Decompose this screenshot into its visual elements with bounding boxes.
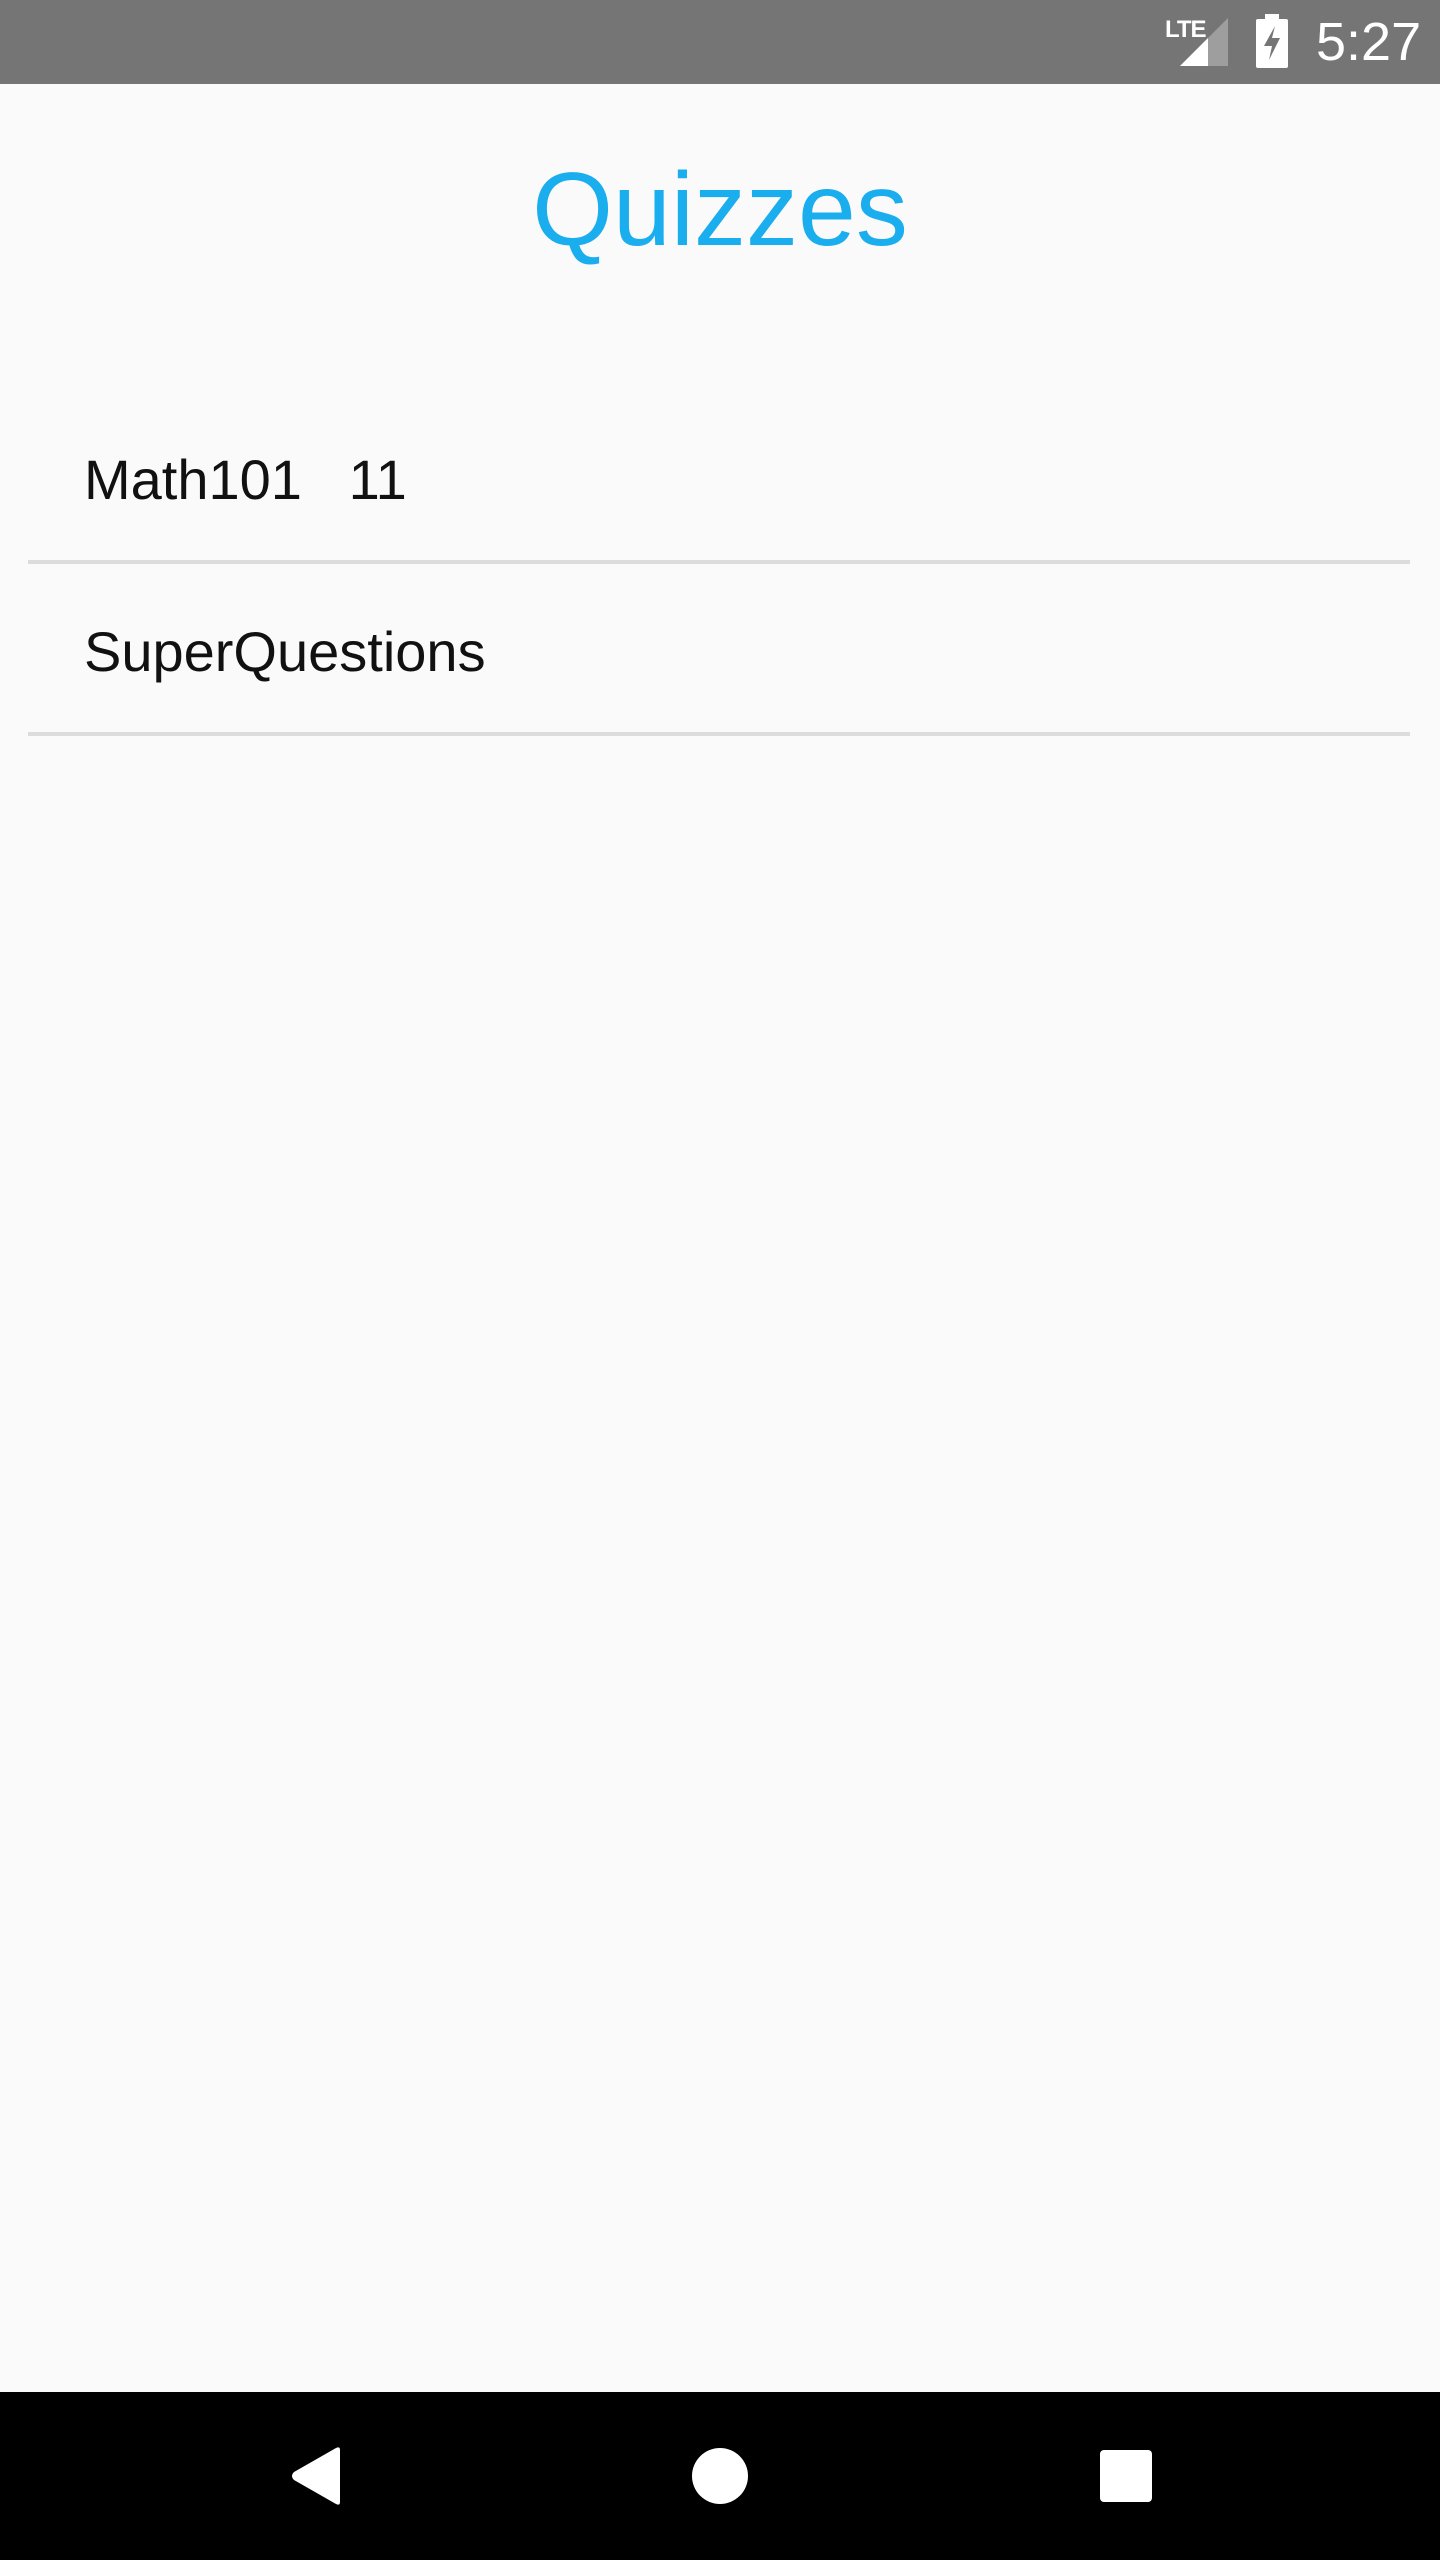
recents-button[interactable] (1046, 2392, 1206, 2560)
signal-icon (1180, 18, 1228, 66)
quiz-list-item-math101[interactable]: Math101 11 (28, 392, 1410, 564)
battery-charging-icon (1256, 14, 1288, 68)
quiz-list: Math101 11 SuperQuestions (28, 392, 1410, 736)
back-button[interactable] (236, 2392, 396, 2560)
quiz-item-label: Math101 11 (84, 448, 407, 511)
clock-time: 5:27 (1316, 12, 1422, 72)
page-title: Quizzes (532, 152, 908, 268)
navigation-bar (0, 2392, 1440, 2560)
home-icon (692, 2448, 748, 2504)
status-bar: LTE 5:27 (0, 0, 1440, 84)
quiz-list-item-superquestions[interactable]: SuperQuestions (28, 564, 1410, 736)
recents-icon (1100, 2450, 1152, 2502)
back-icon (292, 2447, 340, 2505)
quiz-item-label: SuperQuestions (84, 620, 486, 683)
home-button[interactable] (640, 2392, 800, 2560)
